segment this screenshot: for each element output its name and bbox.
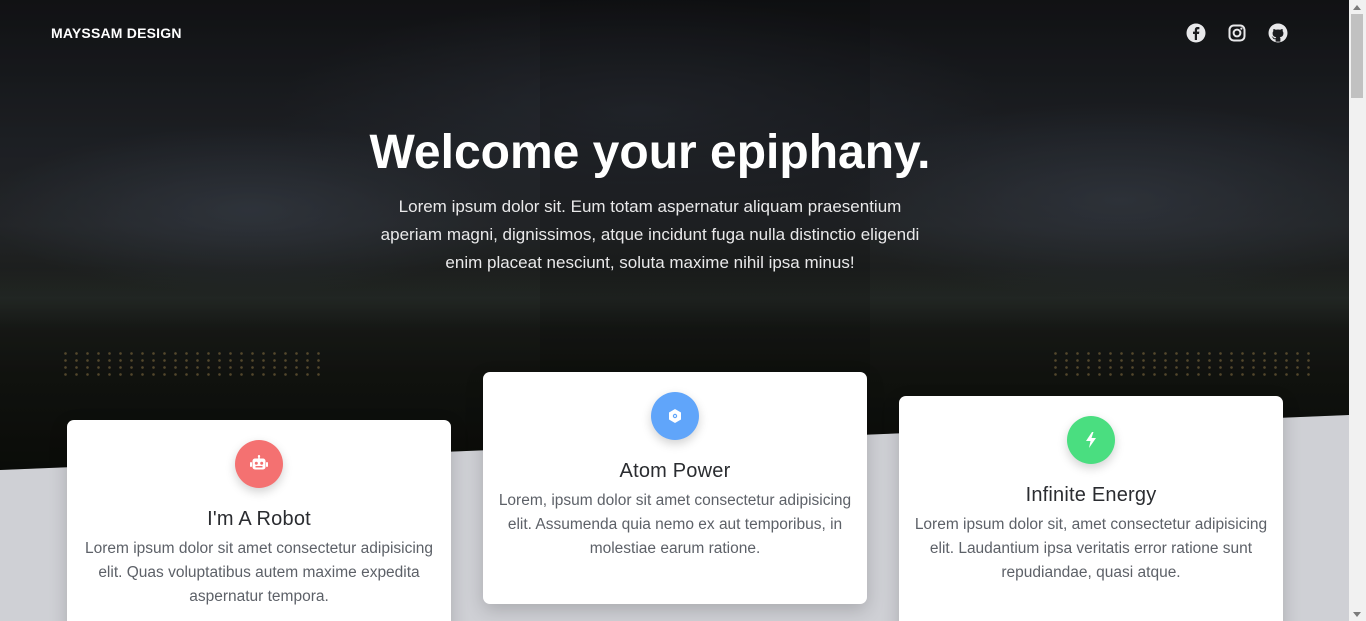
scroll-down-icon[interactable] bbox=[1353, 612, 1361, 617]
card-text: Lorem ipsum dolor sit, amet consectetur … bbox=[914, 516, 1268, 581]
card-text: Lorem ipsum dolor sit amet consectetur a… bbox=[84, 540, 434, 605]
brand-logo[interactable]: MAYSSAM DESIGN bbox=[51, 25, 182, 41]
card-text: Lorem, ipsum dolor sit amet consectetur … bbox=[498, 492, 852, 557]
github-icon[interactable] bbox=[1268, 23, 1288, 43]
hero-title: Welcome your epiphany. bbox=[369, 126, 931, 179]
feature-card-robot: I'm A Robot Lorem ipsum dolor sit amet c… bbox=[67, 420, 451, 621]
card-title: Atom Power bbox=[619, 460, 731, 482]
feature-card-atom: Atom Power Lorem, ipsum dolor sit amet c… bbox=[483, 372, 867, 604]
vertical-scrollbar[interactable] bbox=[1349, 0, 1366, 621]
facebook-icon[interactable] bbox=[1186, 23, 1206, 43]
bolt-icon bbox=[1067, 416, 1115, 464]
card-title: I'm A Robot bbox=[207, 508, 311, 530]
scroll-up-icon[interactable] bbox=[1353, 5, 1361, 10]
instagram-icon[interactable] bbox=[1227, 23, 1247, 43]
page: MAYSSAM DESIGN Welcome your epiphany. Lo… bbox=[0, 0, 1349, 621]
social-links bbox=[1186, 23, 1288, 43]
atom-icon bbox=[651, 392, 699, 440]
feature-card-energy: Infinite Energy Lorem ipsum dolor sit, a… bbox=[899, 396, 1283, 621]
card-title: Infinite Energy bbox=[1025, 484, 1157, 506]
hero-subtitle: Lorem ipsum dolor sit. Eum totam asperna… bbox=[380, 197, 920, 272]
robot-icon bbox=[235, 440, 283, 488]
scrollbar-thumb[interactable] bbox=[1351, 14, 1363, 98]
